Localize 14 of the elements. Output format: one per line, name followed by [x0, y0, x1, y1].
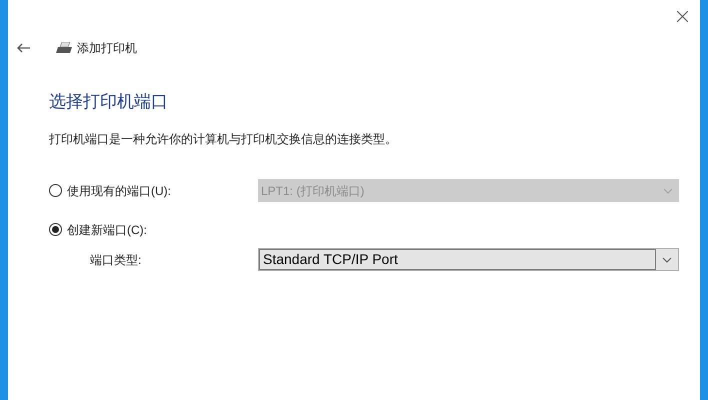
radio-label[interactable]: 创建新端口(C):	[67, 220, 147, 238]
dropdown-value: LPT1: (打印机端口)	[260, 182, 366, 200]
printer-icon	[56, 42, 73, 54]
radio-button[interactable]	[49, 223, 62, 236]
radio-label[interactable]: 使用现有的端口(U):	[67, 182, 171, 200]
window-title: 添加打印机	[77, 40, 137, 57]
chevron-down-icon	[663, 188, 673, 194]
radio-button[interactable]	[49, 184, 62, 197]
back-arrow-icon[interactable]	[17, 43, 31, 53]
chevron-down-icon	[662, 256, 672, 262]
page-heading: 选择打印机端口	[49, 91, 169, 113]
close-icon[interactable]	[677, 11, 688, 22]
field-label: 端口类型:	[90, 252, 142, 266]
description-text: 打印机端口是一种允许你的计算机与打印机交换信息的连接类型。	[49, 131, 398, 147]
